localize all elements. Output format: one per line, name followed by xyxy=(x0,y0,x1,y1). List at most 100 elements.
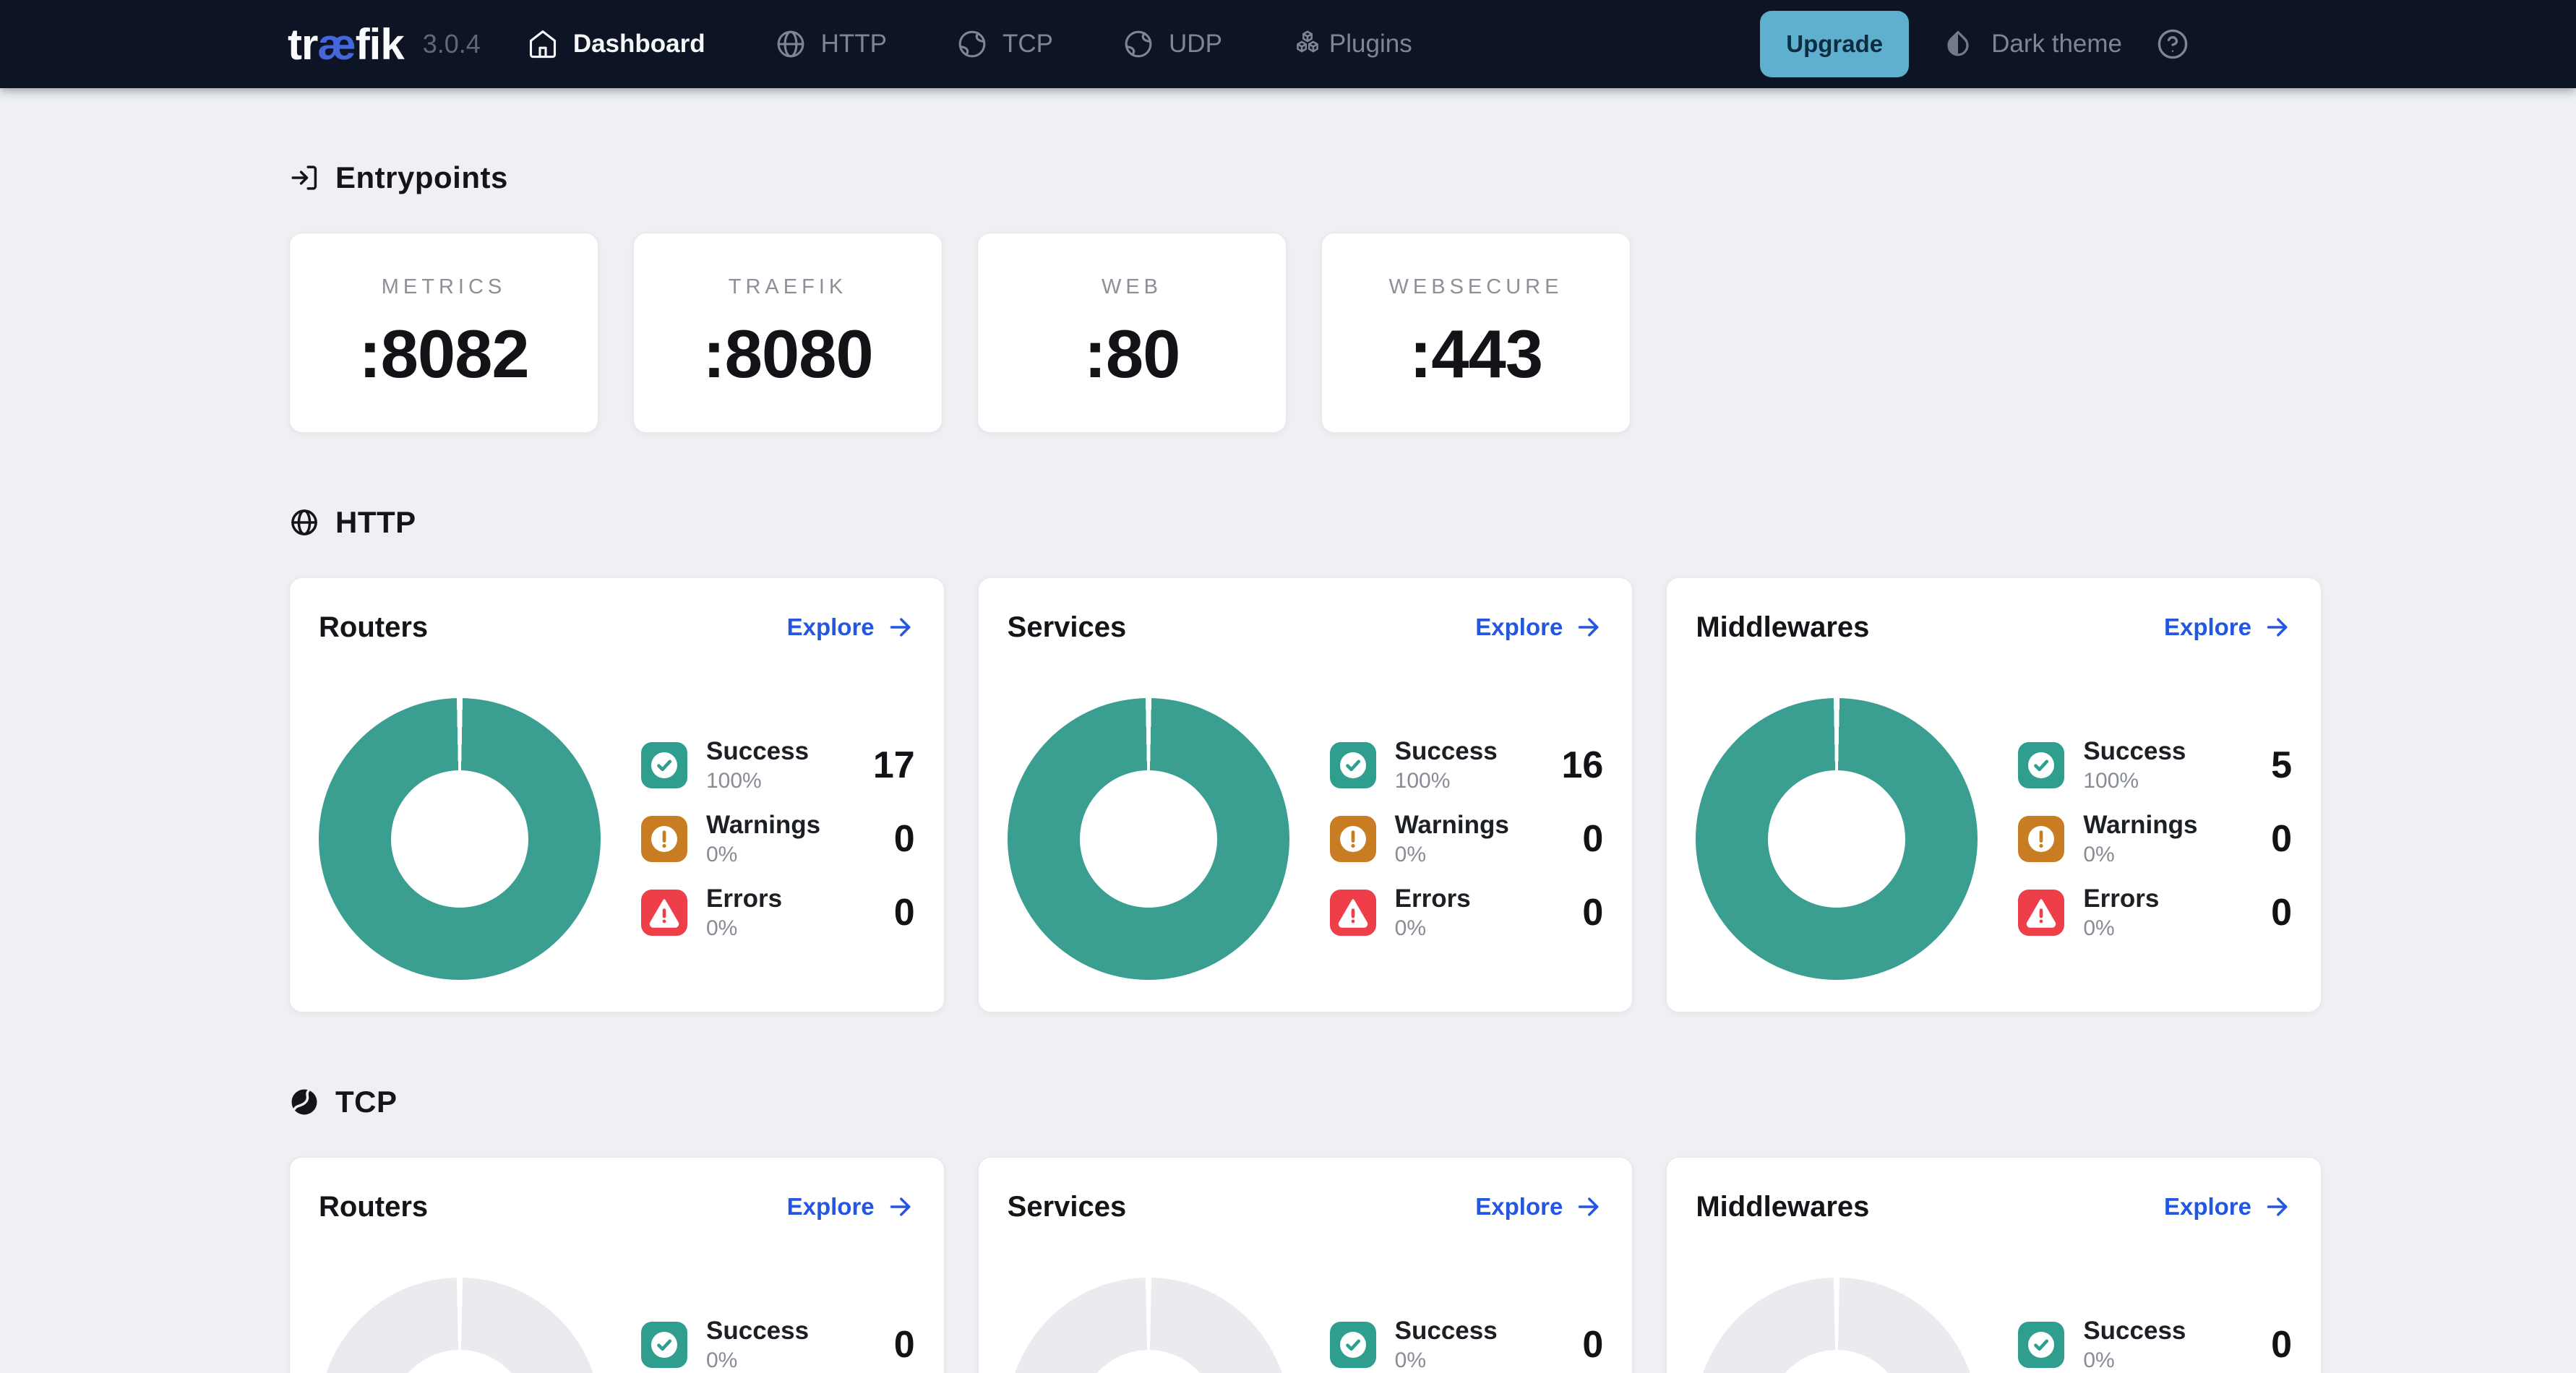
nav-item-plugins[interactable]: Plugins xyxy=(1292,28,1412,60)
nav-item-tcp[interactable]: TCP xyxy=(956,28,1053,60)
legend-label: Warnings xyxy=(706,811,820,840)
theme-toggle[interactable]: Dark theme xyxy=(1942,28,2122,60)
droplet-half-icon xyxy=(1942,28,1974,60)
legend-row-success: Success100% 17 xyxy=(641,737,915,793)
success-check-icon xyxy=(1330,1322,1376,1368)
nav-item-label: TCP xyxy=(1003,30,1053,59)
http-services-card: Services Explore Success100% 16 xyxy=(978,577,1633,1012)
entrypoints-header: Entrypoints xyxy=(289,158,2322,198)
explore-link[interactable]: Explore xyxy=(787,1192,915,1221)
nav-item-udp[interactable]: UDP xyxy=(1122,28,1222,60)
globe-icon xyxy=(775,28,807,60)
status-donut-chart xyxy=(1696,1278,1978,1373)
success-check-icon xyxy=(641,1322,687,1368)
legend-count: 0 xyxy=(2271,1323,2292,1366)
legend-percent: 0% xyxy=(706,843,820,867)
entrypoint-port: :80 xyxy=(1084,315,1180,393)
status-legend: Success100% 5 Warnings0% 0 Errors0% 0 xyxy=(2018,658,2292,941)
explore-label: Explore xyxy=(787,614,875,641)
tcp-section: TCP Routers Explore Success0% xyxy=(289,1082,2322,1373)
legend-label: Warnings xyxy=(1395,811,1509,840)
arrow-right-icon xyxy=(886,1192,915,1221)
explore-link[interactable]: Explore xyxy=(2164,1192,2292,1221)
legend-percent: 0% xyxy=(706,916,782,941)
explore-label: Explore xyxy=(2164,614,2251,641)
legend-count: 0 xyxy=(1582,1323,1603,1366)
legend-percent: 0% xyxy=(1395,916,1471,941)
success-check-icon xyxy=(641,742,687,788)
legend-label: Success xyxy=(706,1317,809,1346)
legend-row-success: Success100% 16 xyxy=(1330,737,1604,793)
nav-item-dashboard[interactable]: Dashboard xyxy=(527,28,705,60)
traefik-logo[interactable]: træfik xyxy=(288,20,404,69)
success-check-icon xyxy=(2018,1322,2064,1368)
legend-row-success: Success0% 0 xyxy=(1330,1317,1604,1373)
nav-item-http[interactable]: HTTP xyxy=(775,28,887,60)
entrypoint-port: :8080 xyxy=(703,315,872,393)
explore-link[interactable]: Explore xyxy=(787,613,915,642)
home-icon xyxy=(527,28,559,60)
legend-percent: 0% xyxy=(2083,1348,2186,1373)
legend-label: Warnings xyxy=(2083,811,2197,840)
section-title: HTTP xyxy=(335,505,416,540)
explore-link[interactable]: Explore xyxy=(1475,613,1603,642)
legend-percent: 0% xyxy=(1395,1348,1498,1373)
legend-label: Success xyxy=(2083,737,2186,766)
entrypoint-label: WEBSECURE xyxy=(1389,275,1563,299)
entrypoint-label: TRAEFIK xyxy=(729,275,847,299)
help-button[interactable] xyxy=(2155,27,2190,61)
logo-ae-text: æ xyxy=(317,20,355,69)
http-section: HTTP Routers Explore Success 100% xyxy=(289,502,2322,1012)
explore-label: Explore xyxy=(1475,614,1563,641)
nav-items: Dashboard HTTP TCP UDP Plugins xyxy=(527,28,1412,60)
upgrade-button[interactable]: Upgrade xyxy=(1760,11,1909,77)
card-title: Routers xyxy=(319,1191,428,1223)
legend-count: 5 xyxy=(2271,744,2292,787)
warning-exclamation-icon xyxy=(2018,816,2064,862)
legend-row-errors: Errors0% 0 xyxy=(2018,885,2292,941)
explore-label: Explore xyxy=(1475,1193,1563,1221)
status-donut-chart xyxy=(1696,698,1978,980)
nav-item-label: Plugins xyxy=(1329,30,1412,59)
explore-label: Explore xyxy=(2164,1193,2251,1221)
app-version: 3.0.4 xyxy=(423,29,481,59)
legend-label: Success xyxy=(2083,1317,2186,1346)
warning-exclamation-icon xyxy=(1330,816,1376,862)
legend-label: Errors xyxy=(706,885,782,913)
legend-percent: 100% xyxy=(2083,769,2186,793)
navbar-right: Upgrade Dark theme xyxy=(1760,11,2190,77)
tcp-middlewares-card: Middlewares Explore Success0% 0 xyxy=(1666,1157,2322,1373)
legend-count: 0 xyxy=(894,1323,915,1366)
status-legend: Success0% 0 xyxy=(641,1237,915,1373)
legend-percent: 0% xyxy=(1395,843,1509,867)
legend-row-success: Success0% 0 xyxy=(2018,1317,2292,1373)
entrypoint-label: METRICS xyxy=(382,275,507,299)
http-cards-grid: Routers Explore Success100% 17 xyxy=(289,577,2322,1012)
legend-count: 16 xyxy=(1561,744,1603,787)
legend-label: Errors xyxy=(2083,885,2159,913)
legend-label: Success xyxy=(1395,1317,1498,1346)
top-navbar: træfik 3.0.4 Dashboard HTTP TCP UDP Plug… xyxy=(0,0,2576,88)
question-circle-icon xyxy=(2155,27,2190,61)
warning-exclamation-icon xyxy=(641,816,687,862)
entrypoint-card-traefik: TRAEFIK :8080 xyxy=(633,233,943,433)
error-triangle-icon xyxy=(2018,890,2064,936)
section-title: Entrypoints xyxy=(335,160,508,195)
nav-item-label: Dashboard xyxy=(573,30,705,59)
arrow-right-icon xyxy=(886,613,915,642)
theme-toggle-label: Dark theme xyxy=(1991,30,2122,59)
legend-row-warnings: Warnings0% 0 xyxy=(641,811,915,867)
legend-row-success: Success0% 0 xyxy=(641,1317,915,1373)
arrow-right-icon xyxy=(1574,613,1603,642)
entrypoint-label: WEB xyxy=(1102,275,1162,299)
explore-link[interactable]: Explore xyxy=(1475,1192,1603,1221)
status-legend: Success0% 0 xyxy=(1330,1237,1604,1373)
card-title: Routers xyxy=(319,611,428,644)
explore-link[interactable]: Explore xyxy=(2164,613,2292,642)
legend-percent: 100% xyxy=(1395,769,1498,793)
entrypoint-port: :8082 xyxy=(359,315,528,393)
udp-ball-icon xyxy=(1122,28,1154,60)
legend-count: 17 xyxy=(873,744,915,787)
card-title: Services xyxy=(1008,611,1127,644)
globe-icon xyxy=(289,507,319,538)
